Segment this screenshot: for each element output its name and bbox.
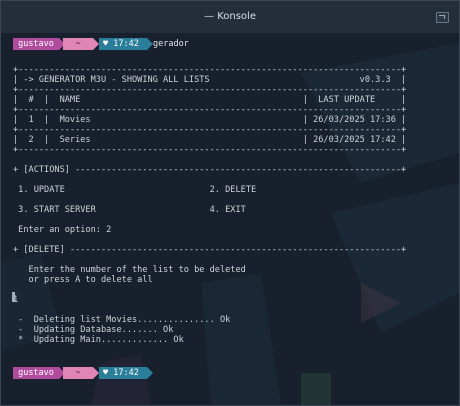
terminal-line: 1. UPDATE 2. DELETE (13, 185, 257, 195)
terminal-line: * Updating Main............. Ok (13, 335, 184, 345)
prompt-directory: ~ (63, 38, 93, 50)
prompt-time: 17:42 (113, 39, 139, 49)
terminal-area[interactable]: gustavo ~ ♥ 17:42 gerador +-------------… (1, 33, 459, 405)
heart-icon: ♥ (103, 368, 109, 378)
konsole-window: — Konsole gustavo ~ ♥ 17:42 gerador +---… (0, 0, 460, 406)
title-bar[interactable]: — Konsole (1, 1, 459, 33)
prompt-user: gustavo (13, 367, 59, 379)
window-title: — Konsole (204, 11, 256, 22)
prompt-time-segment: ♥ 17:42 (99, 38, 147, 50)
command-text: gerador (153, 39, 189, 49)
terminal-line: 3. START SERVER 4. EXIT (13, 205, 246, 215)
text-cursor (12, 292, 15, 302)
restore-button[interactable] (436, 12, 449, 23)
prompt-user: gustavo (13, 38, 59, 50)
restore-icon (439, 15, 445, 19)
prompt-time-segment: ♥ 17:42 (99, 367, 147, 379)
heart-icon: ♥ (103, 39, 109, 49)
prompt-separator (147, 367, 153, 379)
terminal-line: + [DELETE] -----------------------------… (13, 245, 407, 255)
terminal-line: or press A to delete all (13, 275, 153, 285)
terminal-line: +---------------------------------------… (13, 145, 407, 155)
prompt-time: 17:42 (113, 368, 139, 378)
terminal-line: Enter an option: 2 (13, 225, 112, 235)
prompt-directory: ~ (63, 367, 93, 379)
terminal-line: + [ACTIONS] ----------------------------… (13, 165, 407, 175)
